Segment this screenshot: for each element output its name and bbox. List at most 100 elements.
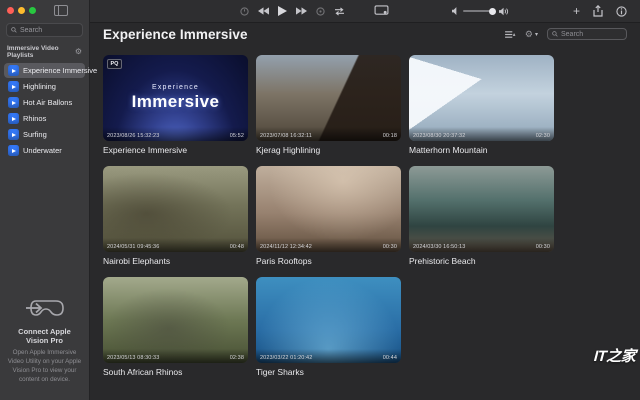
video-timestamp: 2023/05/13 08:30:33 [107, 355, 160, 361]
playlist-icon [8, 81, 19, 92]
video-card[interactable]: 2024/11/12 12:34:42 00:30 Paris Rooftops [256, 166, 401, 266]
page-header: Experience Immersive ⚙ ▾ Search [90, 23, 640, 45]
playlist-label: Underwater [23, 146, 62, 155]
playlist-label: Surfing [23, 130, 47, 139]
view-options-gear-icon: ⚙ [524, 28, 533, 39]
playlist-icon [8, 129, 19, 140]
video-title: Experience Immersive [103, 145, 188, 155]
play-icon[interactable] [278, 6, 287, 16]
video-timestamp: 2023/08/30 20:37:32 [413, 133, 466, 139]
rewind-icon[interactable] [258, 7, 269, 15]
video-duration: 02:30 [535, 133, 550, 139]
volume-high-icon[interactable] [499, 7, 509, 16]
video-thumbnail[interactable]: 2024/05/31 09:45:36 00:48 [103, 166, 248, 252]
volume-slider[interactable] [463, 7, 496, 15]
playback-controls [240, 0, 345, 22]
zoom-window-button[interactable] [29, 6, 36, 14]
pq-badge: PQ [107, 59, 122, 69]
playlists-gear-icon[interactable]: ⚙ [75, 48, 82, 56]
app-window: Search Immersive Video Playlists ⚙ Exper… [0, 0, 640, 400]
search-icon [552, 31, 558, 37]
sidebar-playlist-item[interactable]: Underwater [4, 143, 85, 158]
chevron-down-icon: ▾ [534, 31, 538, 38]
video-thumbnail[interactable]: 2024/11/12 12:34:42 00:30 [256, 166, 401, 252]
video-card[interactable]: 2023/03/22 01:20:42 00:44 Tiger Sharks [256, 277, 401, 377]
video-timestamp: 2023/08/26 15:32:23 [107, 133, 160, 139]
video-thumbnail[interactable]: 2023/03/22 01:20:42 00:44 [256, 277, 401, 363]
library-search-placeholder: Search [561, 30, 584, 38]
video-duration: 00:18 [382, 133, 397, 139]
video-card[interactable]: 2024/05/31 09:45:36 00:48 Nairobi Elepha… [103, 166, 248, 266]
thumbnail-overlay: 2024/05/31 09:45:36 00:48 [103, 238, 248, 252]
poster-line1: Experience [151, 84, 200, 91]
playlist-icon [8, 97, 19, 108]
video-timestamp: 2024/05/31 09:45:36 [107, 244, 160, 250]
sidebar-search-placeholder: Search [20, 26, 43, 34]
video-title: Tiger Sharks [256, 367, 304, 377]
sidebar-playlist-item[interactable]: Highlining [4, 79, 85, 94]
sidebar: Search Immersive Video Playlists ⚙ Exper… [0, 0, 97, 400]
loop-icon[interactable] [334, 6, 345, 16]
screen-mirroring-icon[interactable] [374, 5, 389, 16]
video-grid: PQ Experience Immersive 2023/08/26 15:32… [90, 45, 640, 387]
sidebar-playlist-item[interactable]: Rhinos [4, 111, 85, 126]
thumbnail-overlay: 2024/11/12 12:34:42 00:30 [256, 238, 401, 252]
fast-forward-icon[interactable] [296, 7, 307, 15]
video-title: Paris Rooftops [256, 256, 312, 266]
video-card[interactable]: 2023/08/30 20:37:32 02:30 Matterhorn Mou… [409, 55, 554, 155]
playlist-icon [8, 145, 19, 156]
list-sort-icon[interactable] [505, 30, 516, 39]
poster-line2: Immersive [131, 92, 220, 111]
video-duration: 00:44 [382, 355, 397, 361]
sidebar-playlist-item[interactable]: Hot Air Ballons [4, 95, 85, 110]
thumbnail-overlay: 2023/05/13 08:30:33 02:38 [103, 349, 248, 363]
vision-pro-connect-icon [25, 299, 64, 316]
video-duration: 00:30 [535, 244, 550, 250]
video-title: South African Rhinos [103, 367, 183, 377]
video-title: Prehistoric Beach [409, 256, 476, 266]
close-window-button[interactable] [7, 6, 14, 14]
header-controls: ⚙ ▾ Search [505, 28, 627, 40]
thumbnail-overlay: 2023/07/08 16:32:11 00:18 [256, 127, 401, 141]
sidebar-playlist-item[interactable]: Experience Immersive [4, 63, 97, 78]
page-title: Experience Immersive [103, 26, 248, 42]
sidebar-toggle-icon[interactable] [54, 4, 68, 16]
minimize-window-button[interactable] [18, 6, 25, 14]
timer-icon[interactable] [240, 6, 249, 16]
add-icon[interactable]: + [573, 5, 580, 17]
thumbnail-overlay: 2024/03/30 16:50:13 00:30 [409, 238, 554, 252]
video-thumbnail[interactable]: 2023/08/30 20:37:32 02:30 [409, 55, 554, 141]
watermark: IT之家 [592, 348, 636, 365]
thumbnail-overlay: 2023/08/26 15:32:23 05:52 [103, 127, 248, 141]
video-thumbnail[interactable]: PQ Experience Immersive 2023/08/26 15:32… [103, 55, 248, 141]
thumbnail-overlay: 2023/08/30 20:37:32 02:30 [409, 127, 554, 141]
video-title: Matterhorn Mountain [409, 145, 488, 155]
volume-control [452, 0, 509, 22]
video-duration: 05:52 [229, 133, 244, 139]
toolbar: + [90, 0, 640, 23]
playlist-icon [8, 65, 19, 76]
video-card[interactable]: 2023/05/13 08:30:33 02:38 South African … [103, 277, 248, 377]
video-thumbnail[interactable]: 2023/07/08 16:32:11 00:18 [256, 55, 401, 141]
thumbnail-overlay: 2023/03/22 01:20:42 00:44 [256, 349, 401, 363]
library-search-input[interactable]: Search [547, 28, 627, 40]
search-icon [11, 27, 17, 33]
stop-circle-icon[interactable] [316, 6, 325, 16]
sidebar-playlist-item[interactable]: Surfing [4, 127, 85, 142]
video-thumbnail[interactable]: 2023/05/13 08:30:33 02:38 [103, 277, 248, 363]
video-thumbnail[interactable]: 2024/03/30 16:50:13 00:30 [409, 166, 554, 252]
share-icon[interactable] [593, 5, 603, 17]
view-options-dropdown[interactable]: ⚙ ▾ [524, 28, 538, 39]
volume-low-icon[interactable] [452, 7, 459, 15]
video-timestamp: 2024/03/30 16:50:13 [413, 244, 466, 250]
sidebar-footer: Connect Apple Vision Pro Open Apple Imme… [0, 297, 89, 400]
sidebar-search-input[interactable]: Search [6, 23, 83, 37]
video-card[interactable]: 2023/07/08 16:32:11 00:18 Kjerag Highlin… [256, 55, 401, 155]
video-card[interactable]: PQ Experience Immersive 2023/08/26 15:32… [103, 55, 248, 155]
volume-slider-knob[interactable] [489, 7, 496, 15]
playlist-label: Hot Air Ballons [23, 98, 73, 107]
video-timestamp: 2024/11/12 12:34:42 [260, 244, 312, 250]
video-card[interactable]: 2024/03/30 16:50:13 00:30 Prehistoric Be… [409, 166, 554, 266]
video-title: Nairobi Elephants [103, 256, 171, 266]
info-icon[interactable] [616, 5, 627, 17]
